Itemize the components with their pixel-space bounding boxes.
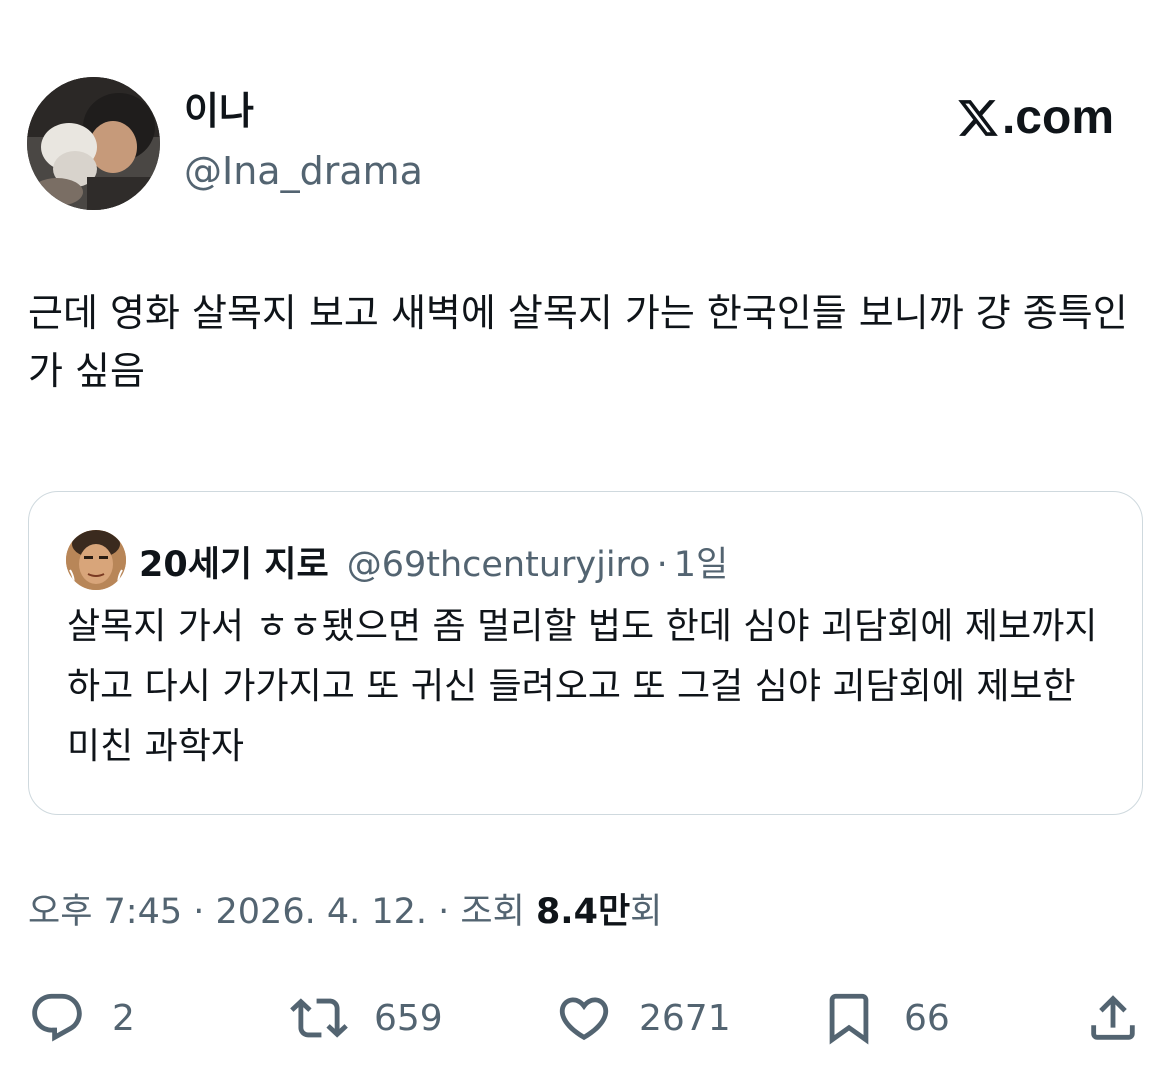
author-name[interactable]: 이나 [184,92,254,130]
quoted-tweet[interactable]: 20세기 지로 @69thcenturyjiro · 1일 살목지 가서 ㅎㅎ됐… [28,491,1143,815]
meta-separator: · [427,892,461,932]
x-brand: .com [956,94,1114,142]
tweet-time[interactable]: 오후 7:45 [28,892,182,932]
quote-avatar[interactable] [66,530,126,590]
reply-button[interactable]: 2 [28,985,135,1051]
like-button[interactable]: 2671 [555,985,731,1051]
bookmark-count: 66 [904,997,950,1039]
bookmark-icon [829,993,869,1045]
retweet-icon [290,998,348,1038]
quote-timestamp[interactable]: 1일 [674,536,728,587]
tweet-date[interactable]: 2026. 4. 12. [216,892,428,932]
avatar-image [27,77,160,210]
views-count: 8.4만 [535,892,631,932]
quote-separator: · [656,545,668,585]
views-label: 조회 [460,892,536,932]
share-icon [1091,995,1135,1040]
retweet-button[interactable]: 659 [290,985,443,1051]
quote-text: 살목지 가서 ㅎㅎ됐으면 좀 멀리할 법도 한데 심야 괴담회에 제보까지 하고… [67,606,1098,767]
author-handle[interactable]: @Ina_drama [184,152,423,190]
meta-separator: · [182,892,216,932]
tweet-meta: 오후 7:45 · 2026. 4. 12. · 조회 8.4만회 [28,890,662,936]
brand-text: .com [1001,91,1114,144]
retweet-count: 659 [374,997,443,1039]
x-logo-icon [958,100,998,136]
quote-author-handle[interactable]: @69thcenturyjiro [347,545,651,585]
views-suffix: 회 [630,892,663,932]
like-count: 2671 [639,997,731,1039]
tweet-text: 근데 영화 살목지 보고 새벽에 살목지 가는 한국인들 보니까 걍 종특인가 … [28,291,1128,393]
author-avatar[interactable] [27,77,160,210]
quote-header: 20세기 지로 @69thcenturyjiro · 1일 [139,536,728,587]
heart-icon [559,997,609,1041]
bookmark-button[interactable]: 66 [820,985,950,1051]
action-bar: 2 659 2671 66 [0,985,1170,1055]
reply-count: 2 [112,997,135,1039]
quote-author-name[interactable]: 20세기 지로 [139,536,329,587]
reply-icon [32,993,82,1042]
quote-avatar-image [66,530,126,590]
share-button[interactable] [1084,985,1142,1051]
